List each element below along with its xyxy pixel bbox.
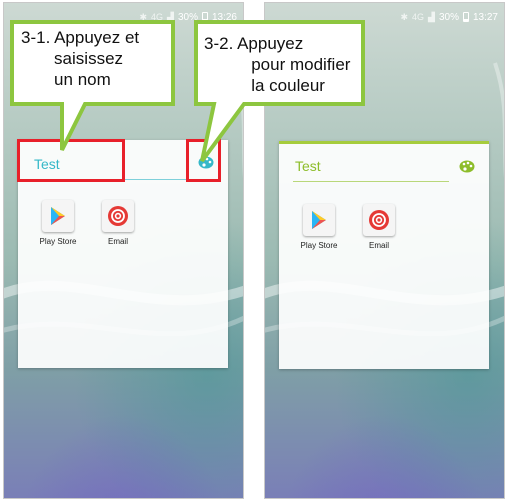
folder-popup: Test Play Store Email bbox=[279, 141, 489, 369]
network-type: 4G bbox=[412, 12, 425, 22]
app-label: Play Store bbox=[39, 237, 77, 246]
play-store-icon bbox=[42, 200, 74, 232]
signal-icon: ▟ bbox=[428, 11, 435, 22]
app-label: Email bbox=[107, 237, 128, 246]
play-store-icon bbox=[303, 204, 335, 236]
bluetooth-icon: ✱ bbox=[400, 11, 409, 22]
email-icon bbox=[363, 204, 395, 236]
app-label: Play Store bbox=[300, 241, 338, 250]
status-bar: ✱ 4G ▟ 30% 13:27 bbox=[400, 10, 498, 24]
highlight-palette bbox=[186, 139, 221, 182]
battery-percent: 30% bbox=[438, 11, 459, 23]
app-play-store[interactable]: Play Store bbox=[36, 200, 80, 246]
battery-icon bbox=[201, 12, 208, 22]
email-icon bbox=[102, 200, 134, 232]
bluetooth-icon: ✱ bbox=[139, 11, 148, 22]
app-label: Email bbox=[368, 241, 389, 250]
palette-icon[interactable] bbox=[459, 160, 475, 173]
folder-name-field[interactable]: Test bbox=[295, 158, 321, 174]
status-bar: ✱ 4G ▟ 30% 13:26 bbox=[139, 10, 237, 24]
app-email[interactable]: Email bbox=[357, 204, 401, 250]
app-play-store[interactable]: Play Store bbox=[297, 204, 341, 250]
battery-percent: 30% bbox=[177, 11, 198, 23]
status-time: 13:26 bbox=[211, 11, 237, 23]
network-type: 4G bbox=[151, 12, 164, 22]
battery-icon bbox=[462, 12, 469, 22]
callout-1-text: 3-1. Appuyez et saisissez un nom bbox=[21, 28, 140, 89]
folder-name-underline bbox=[293, 181, 449, 182]
status-time: 13:27 bbox=[472, 11, 498, 23]
app-email[interactable]: Email bbox=[96, 200, 140, 246]
callout-2-text: 3-2. Appuyez pour modifier la couleur bbox=[204, 34, 351, 95]
highlight-folder-name bbox=[17, 139, 125, 182]
signal-icon: ▟ bbox=[167, 11, 174, 22]
